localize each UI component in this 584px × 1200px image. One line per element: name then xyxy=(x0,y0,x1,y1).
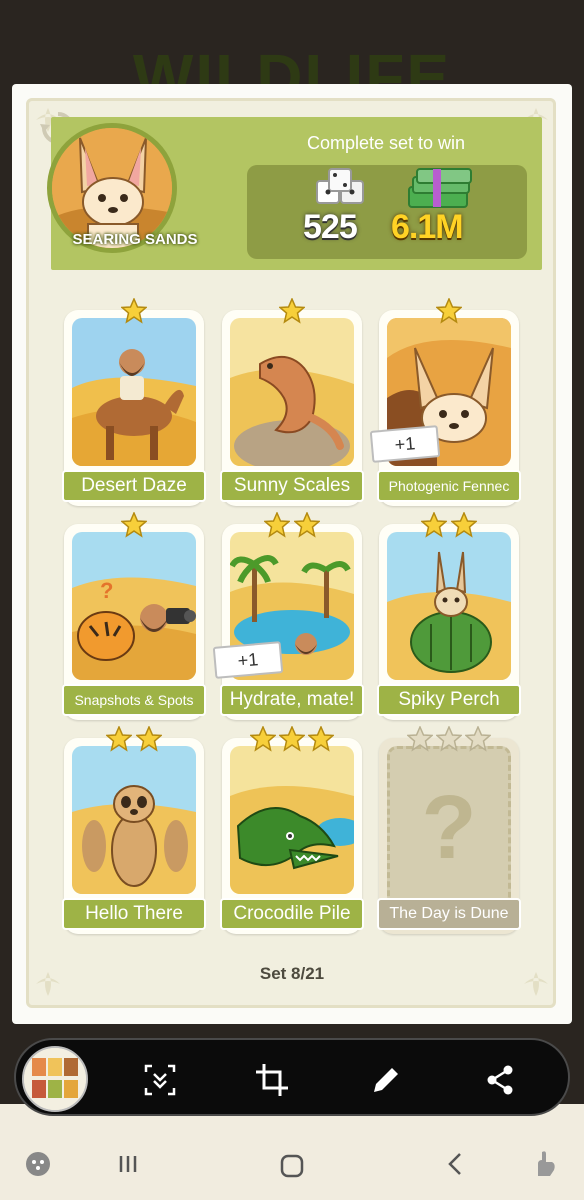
sticker-card[interactable]: Spiky Perch xyxy=(377,512,521,720)
card-label: Hello There xyxy=(62,898,206,930)
star-outline-icon xyxy=(436,726,462,752)
meerkat-icon xyxy=(72,746,196,894)
star-icon xyxy=(421,512,448,538)
star-outline-icon xyxy=(406,726,433,752)
lizard-icon xyxy=(230,318,354,466)
card-stars xyxy=(379,512,519,540)
star-outline-icon xyxy=(465,726,492,752)
set-header: SEARING SANDS Complete set to win 525 6.… xyxy=(47,117,542,270)
sticker-card[interactable]: ? Snapshots & Spots xyxy=(62,512,206,720)
sticker-card-locked[interactable]: ? The Day is Dune xyxy=(377,726,521,934)
card-stars xyxy=(379,298,519,326)
card-stars xyxy=(222,298,362,326)
card-label: Desert Daze xyxy=(62,470,206,502)
draw-icon[interactable] xyxy=(368,1062,404,1098)
svg-text:?: ? xyxy=(100,578,113,603)
card-stars xyxy=(64,512,204,540)
card-label: Spiky Perch xyxy=(377,684,521,716)
game-tools-icon[interactable] xyxy=(22,1148,54,1180)
star-icon xyxy=(135,726,162,752)
sticker-card[interactable]: Hello There xyxy=(62,726,206,934)
star-icon xyxy=(293,512,320,538)
card-label: Hydrate, mate! xyxy=(220,684,364,716)
star-icon xyxy=(450,512,477,538)
star-icon xyxy=(121,512,147,538)
card-artwork: ? xyxy=(72,532,196,680)
touch-lock-icon[interactable] xyxy=(530,1148,562,1180)
card-stars xyxy=(222,512,362,540)
set-counter: Set 8/21 xyxy=(259,964,325,983)
crop-icon[interactable] xyxy=(254,1062,290,1098)
screenshot-toolbar xyxy=(14,1038,570,1116)
card-label: Snapshots & Spots xyxy=(62,684,206,716)
duplicate-badge: +1 xyxy=(369,425,441,463)
jackrabbit-cactus-icon xyxy=(387,532,511,680)
sticker-card[interactable]: Sunny Scales xyxy=(220,298,364,506)
duplicate-badge: +1 xyxy=(212,641,284,679)
camel-rider-icon xyxy=(72,318,196,466)
star-icon xyxy=(279,726,305,752)
share-icon[interactable] xyxy=(482,1062,518,1098)
question-mark-icon: ? xyxy=(421,778,477,878)
crocodile-icon xyxy=(230,746,354,894)
card-stars xyxy=(64,298,204,326)
card-stars xyxy=(379,726,519,754)
star-icon xyxy=(436,298,462,324)
photographer-tiger-icon: ? xyxy=(72,532,196,680)
scroll-capture-icon[interactable] xyxy=(142,1062,178,1098)
star-icon xyxy=(308,726,335,752)
back-icon[interactable] xyxy=(440,1148,472,1180)
card-artwork xyxy=(72,318,196,466)
card-stars xyxy=(222,726,362,754)
star-icon xyxy=(106,726,133,752)
locked-card-artwork: ? xyxy=(387,746,511,906)
card-artwork xyxy=(230,318,354,466)
card-label: Crocodile Pile xyxy=(220,898,364,930)
card-label: Sunny Scales xyxy=(220,470,364,502)
reward-box: 525 6.1M xyxy=(247,165,527,259)
star-icon xyxy=(279,298,305,324)
recent-apps-icon[interactable] xyxy=(112,1148,144,1180)
card-stars xyxy=(64,726,204,754)
reward-title: Complete set to win xyxy=(306,133,466,153)
thumbnail-preview-icon xyxy=(24,1048,86,1110)
sticker-card[interactable]: Photogenic Fennec +1 xyxy=(369,298,521,506)
dice-icon xyxy=(316,168,364,204)
cash-stack-icon xyxy=(408,168,472,208)
card-label: The Day is Dune xyxy=(377,898,521,930)
cash-reward-value: 6.1M xyxy=(391,208,464,246)
sticker-card[interactable]: Hydrate, mate! +1 xyxy=(212,512,364,720)
sticker-card[interactable]: Crocodile Pile xyxy=(220,726,364,934)
set-name: SEARING SANDS xyxy=(72,231,198,248)
dice-reward-value: 525 xyxy=(303,208,358,246)
sticker-card[interactable]: Desert Daze xyxy=(62,298,206,506)
home-icon[interactable] xyxy=(276,1150,308,1182)
card-artwork xyxy=(72,746,196,894)
screenshot-thumbnail[interactable] xyxy=(22,1046,88,1112)
card-artwork xyxy=(387,532,511,680)
card-label: Photogenic Fennec xyxy=(377,470,521,502)
star-icon xyxy=(121,298,147,324)
card-artwork xyxy=(230,746,354,894)
album-panel: SEARING SANDS Complete set to win 525 6.… xyxy=(12,84,572,1024)
star-icon xyxy=(264,512,291,538)
star-icon xyxy=(249,726,276,752)
